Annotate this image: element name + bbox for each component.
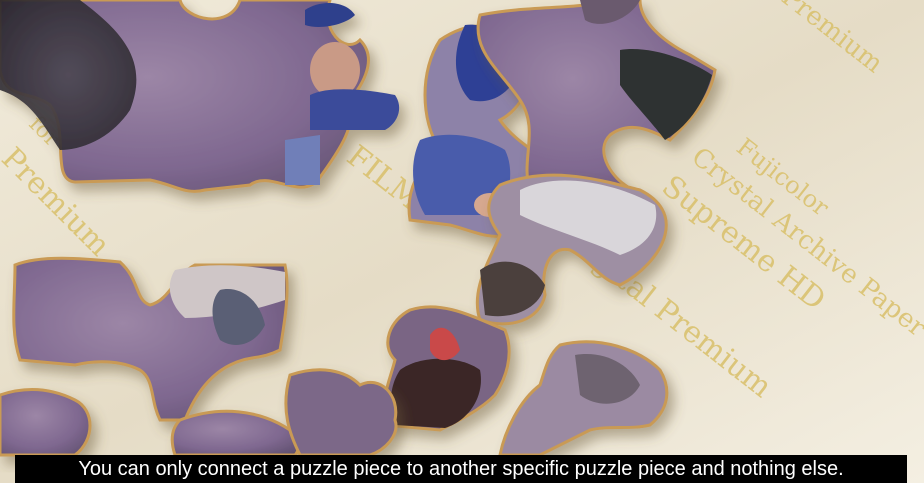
caption-text: You can only connect a puzzle piece to a…	[15, 455, 907, 483]
photo-frame: Fujicolor Crystal Archive Paper Supreme …	[0, 0, 924, 483]
puzzle-photo: Fujicolor Crystal Archive Paper Supreme …	[0, 0, 924, 483]
